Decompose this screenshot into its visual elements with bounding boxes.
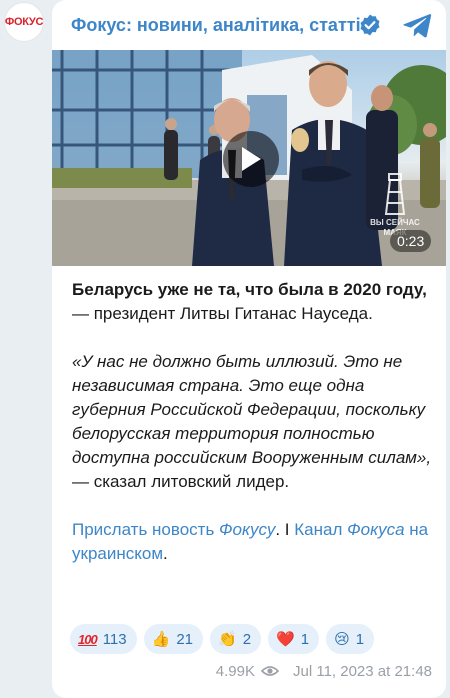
links-paragraph: Прислать новость Фокусу. I Канал Фокуса … [72, 518, 434, 566]
quote-rest-text: — сказал литовский лидер. [72, 472, 290, 491]
send-news-link[interactable]: Прислать новость Фокусу [72, 520, 275, 539]
lead-bold-text: Беларусь уже не та, что была в 2020 году… [72, 280, 427, 299]
clapping-hands-icon: 👏 [218, 630, 237, 648]
reaction-clap[interactable]: 👏 2 [210, 624, 262, 654]
reaction-count: 1 [300, 630, 310, 648]
eye-icon [261, 666, 279, 676]
lead-rest-text: — президент Литвы Гитанас Науседа. [72, 304, 373, 323]
message-card: Фокус: новини, аналітика, статті ВЫ СЕЙЧ… [52, 0, 446, 698]
crying-face-icon: 😢 [334, 630, 350, 648]
channel-name-link[interactable]: Фокус: новини, аналітика, статті [71, 15, 361, 36]
message-timestamp: Jul 11, 2023 at 21:48 [293, 662, 432, 680]
hundred-points-icon: 100 [78, 631, 98, 647]
reaction-crying[interactable]: 😢 1 [326, 624, 375, 654]
reaction-thumbs-up[interactable]: 👍 21 [143, 624, 203, 654]
message-header: Фокус: новини, аналітика, статті [52, 0, 446, 50]
lighthouse-icon [384, 173, 406, 215]
video-thumbnail[interactable]: ВЫ СЕЙЧАС МАЯК 0:23 [52, 50, 446, 266]
avatar-logo-text: ФОКУС [4, 16, 44, 28]
red-heart-icon: ❤️ [276, 630, 295, 648]
message-text: Беларусь уже не та, что была в 2020 году… [72, 278, 434, 566]
reaction-heart[interactable]: ❤️ 1 [268, 624, 320, 654]
play-icon [242, 147, 261, 171]
channel-avatar[interactable]: ФОКУС [4, 2, 44, 42]
reaction-count: 2 [242, 630, 252, 648]
reaction-count: 21 [176, 630, 193, 648]
quote-paragraph: «У нас не должно быть иллюзий. Это не не… [72, 350, 434, 494]
links-separator: . I [275, 520, 295, 539]
reaction-100[interactable]: 100 113 [70, 624, 137, 654]
reaction-count: 113 [102, 630, 127, 648]
quote-italic-text: «У нас не должно быть иллюзий. Это не не… [72, 352, 432, 467]
reaction-count: 1 [355, 630, 365, 648]
message-footer: 4.99K Jul 11, 2023 at 21:48 [216, 661, 432, 681]
verified-check-icon [360, 14, 380, 36]
thumbs-up-icon: 👍 [151, 630, 171, 648]
view-count: 4.99K [215, 662, 255, 680]
reactions-bar: 100 113 👍 21 👏 2 ❤️ 1 😢 1 [70, 624, 375, 654]
telegram-plane-icon[interactable] [402, 12, 432, 38]
video-duration: 0:23 [390, 230, 432, 252]
links-end: . [163, 544, 168, 563]
play-button[interactable] [223, 131, 279, 187]
lead-paragraph: Беларусь уже не та, что была в 2020 году… [72, 278, 434, 326]
